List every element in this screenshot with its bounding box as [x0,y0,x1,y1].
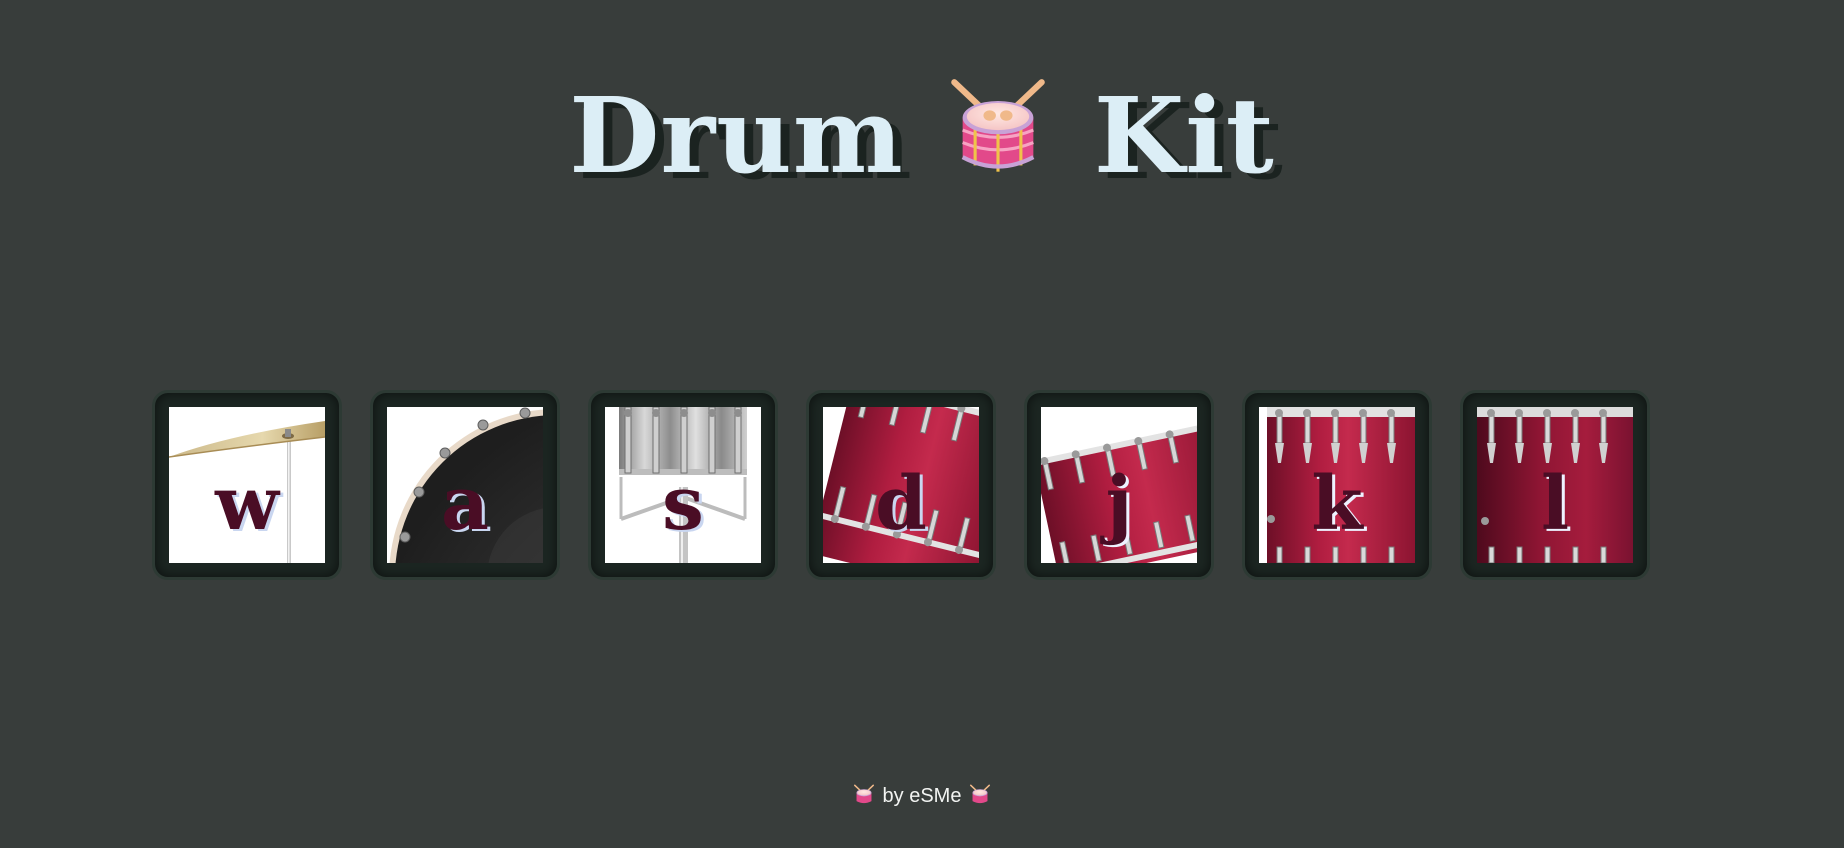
key-d[interactable]: d [806,390,996,580]
title-right: Kit [1093,73,1275,197]
key-letter: l [1540,461,1570,547]
key-a[interactable]: a [370,390,560,580]
key-w[interactable]: w [152,390,342,580]
key-pad: d [823,407,979,563]
drum-keys: w a s d j k l [152,390,1650,580]
title-left: Drum [569,73,904,197]
footer: by eSMe [0,782,1844,810]
drum-emoji-icon [969,784,991,806]
key-s[interactable]: s [588,390,778,580]
key-letter: s [662,461,704,547]
key-k[interactable]: k [1242,390,1432,580]
key-l[interactable]: l [1460,390,1650,580]
key-pad: w [169,407,325,563]
key-letter: d [875,461,927,547]
key-letter: k [1311,461,1363,547]
key-letter: a [441,461,489,547]
page-title: Drum Kit [0,62,1844,201]
drum-emoji-icon [946,76,1050,180]
key-pad: s [605,407,761,563]
key-pad: a [387,407,543,563]
footer-credit: by eSMe [882,785,962,807]
drum-emoji-icon [853,784,875,806]
key-j[interactable]: j [1024,390,1214,580]
key-letter: w [215,461,279,547]
key-pad: j [1041,407,1197,563]
key-pad: l [1477,407,1633,563]
key-pad: k [1259,407,1415,563]
key-letter: j [1105,461,1133,547]
